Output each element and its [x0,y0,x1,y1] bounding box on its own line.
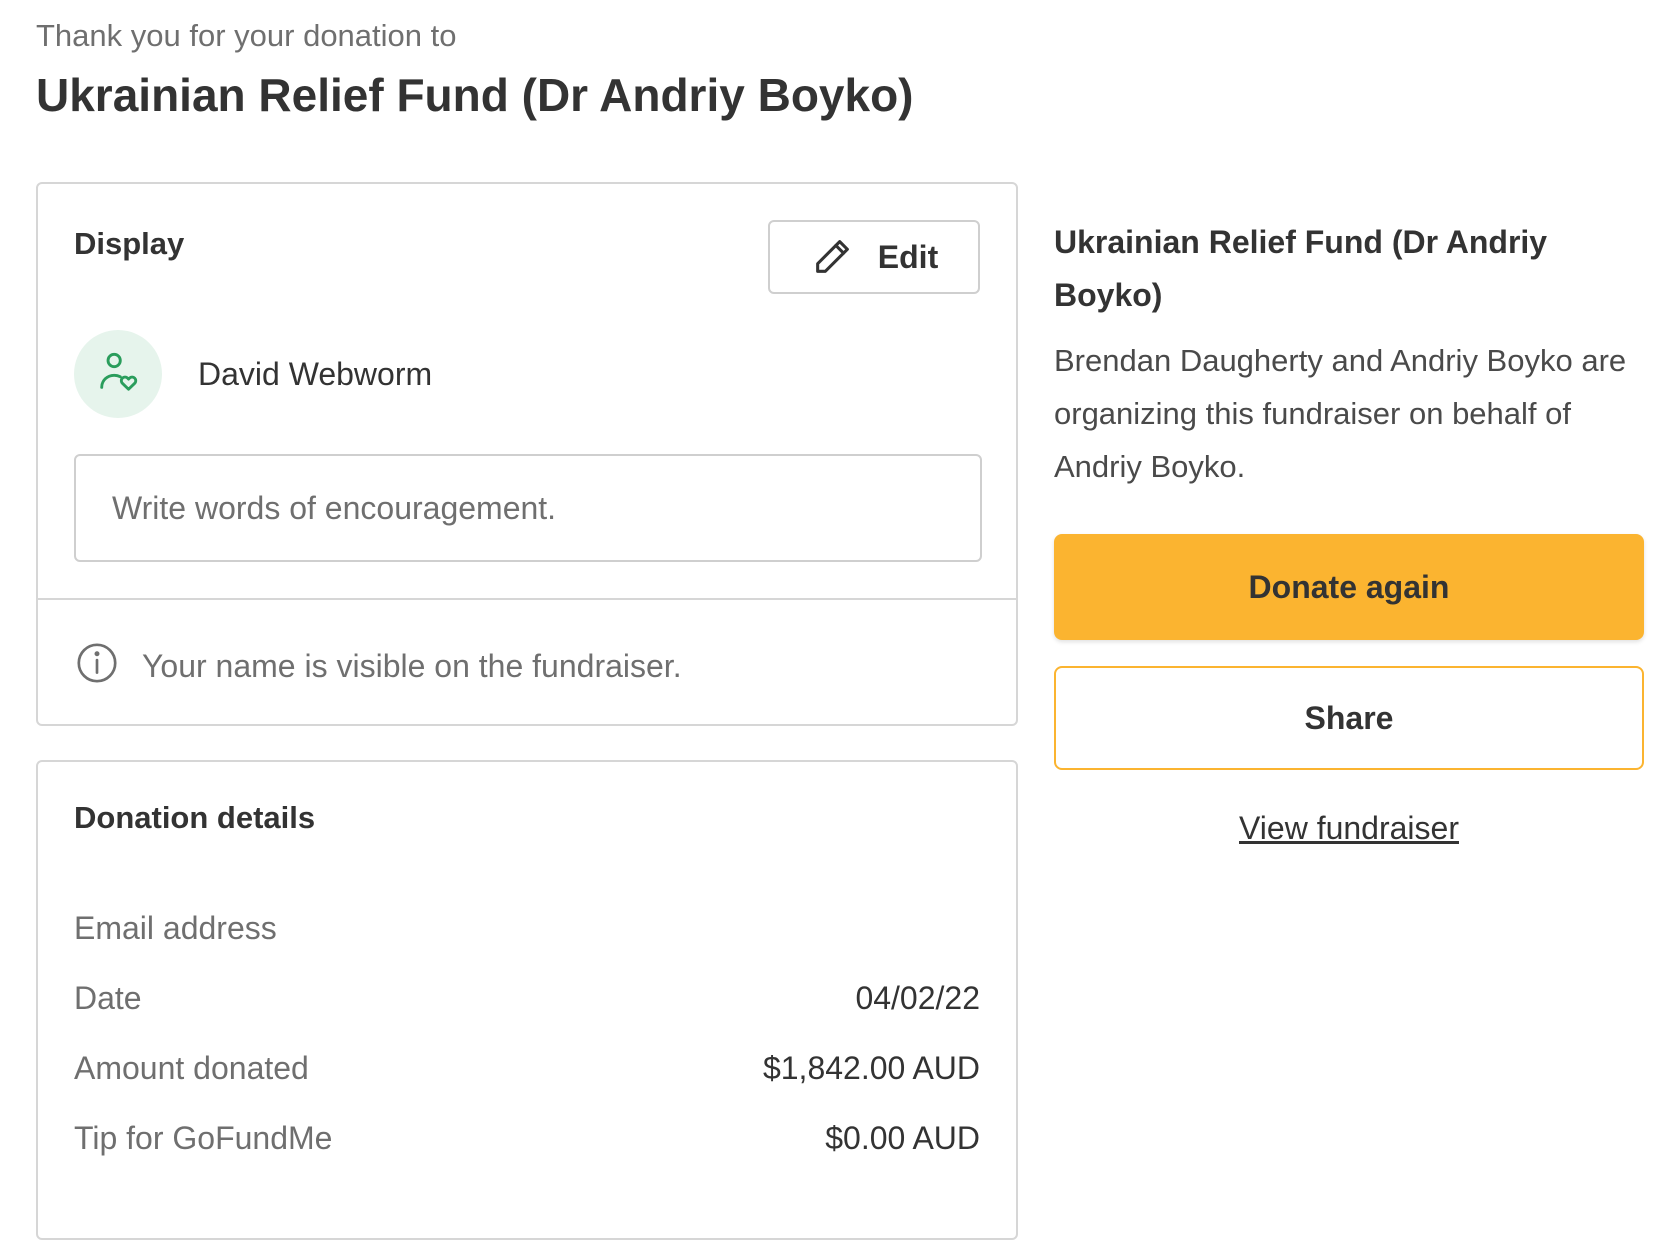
detail-label: Amount donated [74,1050,309,1086]
visibility-note-text: Your name is visible on the fundraiser. [142,647,682,684]
page-pretitle: Thank you for your donation to [36,18,457,53]
edit-button-label: Edit [877,238,939,275]
donate-again-button[interactable]: Donate again [1054,534,1644,640]
detail-row-tip: Tip for GoFundMe $0.00 AUD [74,1118,980,1158]
page-title: Ukrainian Relief Fund (Dr Andriy Boyko) [36,69,914,121]
display-heading: Display [74,226,185,261]
share-button[interactable]: Share [1054,666,1644,770]
detail-row-email: Email address [74,908,980,948]
detail-label: Tip for GoFundMe [74,1120,333,1156]
donor-name: David Webworm [198,356,433,392]
detail-value: 04/02/22 [855,980,980,1016]
encouragement-input[interactable] [74,454,982,562]
detail-value: $0.00 AUD [825,1120,980,1156]
display-card: Display Edit David Webworm Write words o… [36,182,1018,726]
donation-details-card: Donation details Email address Date 04/0… [36,760,1018,1240]
detail-row-date: Date 04/02/22 [74,978,980,1018]
edit-button[interactable]: Edit [768,220,980,294]
fundraiser-sidebar: Ukrainian Relief Fund (Dr Andriy Boyko) … [1054,216,1644,846]
fundraiser-title: Ukrainian Relief Fund (Dr Andriy Boyko) [1054,224,1548,313]
view-fundraiser-link[interactable]: View fundraiser [1054,808,1644,848]
detail-row-amount: Amount donated $1,842.00 AUD [74,1048,980,1088]
info-icon [74,640,120,691]
person-heart-icon [95,349,141,400]
detail-value: $1,842.00 AUD [762,1050,980,1086]
avatar [74,330,162,418]
fundraiser-description: Brendan Daugherty and Andriy Boyko are o… [1054,343,1627,484]
donation-confirmation-page: Thank you for your donation to Ukrainian… [0,0,1664,1252]
detail-label: Date [74,980,142,1016]
visibility-note: Your name is visible on the fundraiser. [74,640,682,691]
detail-label: Email address [74,910,277,946]
divider [38,598,1016,600]
pencil-icon [810,233,856,282]
donation-details-heading: Donation details [74,800,316,835]
